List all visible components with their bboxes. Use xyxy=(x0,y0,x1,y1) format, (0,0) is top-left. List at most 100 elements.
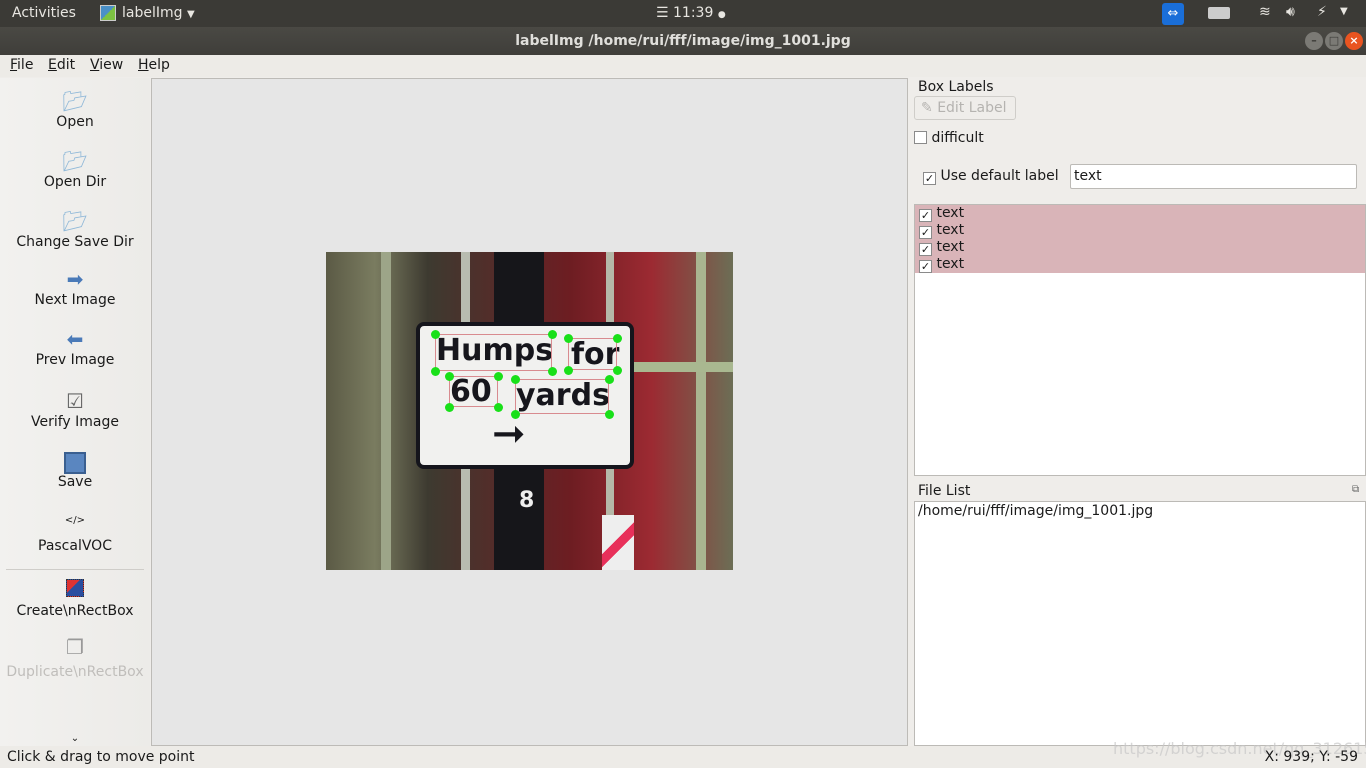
volume-icon[interactable]: 🔊︎ xyxy=(1286,4,1295,20)
change-save-dir-label: Change Save Dir xyxy=(16,234,134,250)
notification-dot-icon: ● xyxy=(717,10,726,20)
edit-icon: ✎ xyxy=(921,100,933,116)
float-dock-icon[interactable]: ⧉ xyxy=(1352,484,1359,495)
label-list[interactable]: ✓ text ✓ text ✓ text ✓ text xyxy=(914,204,1366,476)
label-visible-checkbox[interactable]: ✓ xyxy=(919,243,932,256)
clock-time: 11:39 xyxy=(673,5,714,21)
duplicate-icon: ❐ xyxy=(66,635,84,659)
menu-edit[interactable]: Edit xyxy=(48,57,75,73)
file-list[interactable]: /home/rui/fff/image/img_1001.jpg xyxy=(914,501,1366,746)
label-list-item[interactable]: ✓ text xyxy=(915,239,1365,256)
label-text: text xyxy=(936,205,965,221)
pole-number: 8 xyxy=(519,488,535,513)
box-vertex-handle[interactable] xyxy=(605,410,614,419)
maximize-button[interactable]: □ xyxy=(1325,32,1343,50)
menu-help[interactable]: Help xyxy=(138,57,170,73)
menu-file[interactable]: File xyxy=(10,57,33,73)
photo-scaffold xyxy=(696,252,706,570)
folder-icon: 📂︎ xyxy=(62,89,88,113)
prev-image-button[interactable]: ⬅ Prev Image xyxy=(0,326,150,368)
menu-view[interactable]: View xyxy=(90,57,123,73)
bounding-box[interactable] xyxy=(568,338,617,370)
file-list-title: File List xyxy=(918,483,971,499)
use-default-label-text: Use default label xyxy=(940,168,1059,184)
label-text: text xyxy=(936,222,965,238)
label-text: text xyxy=(936,239,965,255)
app-name: labelImg xyxy=(122,5,183,21)
teamviewer-icon[interactable]: ⇔ xyxy=(1162,3,1184,25)
keyboard-icon[interactable] xyxy=(1208,7,1230,19)
label-visible-checkbox[interactable]: ✓ xyxy=(919,226,932,239)
code-icon: </> xyxy=(64,515,86,526)
box-vertex-handle[interactable] xyxy=(548,330,557,339)
label-list-item[interactable]: ✓ text xyxy=(915,205,1365,222)
edit-label-button[interactable]: ✎ Edit Label xyxy=(914,96,1016,120)
box-vertex-handle[interactable] xyxy=(494,372,503,381)
arrow-left-icon: ⬅ xyxy=(66,327,84,351)
bounding-box[interactable] xyxy=(435,334,552,371)
tool-bar: 📂︎ Open 📂︎ Open Dir 📂︎ Change Save Dir ➡ Nex… xyxy=(0,78,150,746)
verify-image-button[interactable]: ☑ Verify Image xyxy=(0,388,150,430)
edit-label-text: Edit Label xyxy=(937,100,1007,116)
change-save-dir-button[interactable]: 📂︎ Change Save Dir xyxy=(0,208,150,250)
next-image-button[interactable]: ➡ Next Image xyxy=(0,266,150,308)
box-vertex-handle[interactable] xyxy=(445,372,454,381)
box-vertex-handle[interactable] xyxy=(613,366,622,375)
box-vertex-handle[interactable] xyxy=(548,367,557,376)
status-bar: Click & drag to move point https://blog.… xyxy=(0,739,1366,768)
box-vertex-handle[interactable] xyxy=(613,334,622,343)
label-visible-checkbox[interactable]: ✓ xyxy=(919,209,932,222)
image-photo[interactable]: Humps for 60 yards ➞ 8 xyxy=(326,252,733,570)
default-label-input[interactable]: text xyxy=(1070,164,1357,189)
folder-icon: 📂︎ xyxy=(62,149,88,173)
sign-arrow-icon: ➞ xyxy=(492,411,526,457)
box-vertex-handle[interactable] xyxy=(511,375,520,384)
system-menu-chevron-icon[interactable]: ▼ xyxy=(1340,6,1348,17)
checkbox-unchecked xyxy=(914,131,927,144)
system-top-bar: Activities labelImg ▼ ☰ 11:39 ● ⇔ ≋ 🔊︎ ⚡… xyxy=(0,0,1366,27)
wifi-icon[interactable]: ≋ xyxy=(1259,4,1271,20)
close-button[interactable]: × xyxy=(1345,32,1363,50)
battery-icon[interactable]: ⚡ xyxy=(1317,4,1327,20)
cursor-coordinates: X: 939; Y: -59 xyxy=(1264,749,1358,765)
minimize-button[interactable]: – xyxy=(1305,32,1323,50)
label-list-item[interactable]: ✓ text xyxy=(915,256,1365,273)
save-button[interactable]: Save xyxy=(0,448,150,490)
duplicate-rectbox-button[interactable]: ❐ Duplicate\nRectBox xyxy=(0,634,150,680)
bounding-box[interactable] xyxy=(515,379,609,414)
save-label: Save xyxy=(57,474,93,490)
difficult-checkbox[interactable]: difficult xyxy=(914,130,984,146)
next-image-label: Next Image xyxy=(34,292,116,308)
photo-scaffold xyxy=(381,252,391,570)
open-button[interactable]: 📂︎ Open xyxy=(0,88,150,130)
create-rectbox-button[interactable]: Create\nRectBox xyxy=(0,573,150,619)
box-vertex-handle[interactable] xyxy=(431,330,440,339)
open-label: Open xyxy=(56,114,94,130)
box-vertex-handle[interactable] xyxy=(494,403,503,412)
photo-barrier xyxy=(602,515,634,570)
box-vertex-handle[interactable] xyxy=(445,403,454,412)
activities-button[interactable]: Activities xyxy=(12,5,76,21)
arrow-right-icon: ➡ xyxy=(66,267,84,291)
box-vertex-handle[interactable] xyxy=(431,367,440,376)
use-default-label-checkbox[interactable]: ✓ Use default label xyxy=(923,168,1059,185)
photo-scaffold xyxy=(626,362,733,372)
box-vertex-handle[interactable] xyxy=(605,375,614,384)
toolbar-extension-icon[interactable]: ⌄ xyxy=(0,733,150,744)
status-message: Click & drag to move point xyxy=(7,749,195,765)
box-labels-title: Box Labels xyxy=(918,79,994,95)
clock[interactable]: ☰ 11:39 ● xyxy=(656,5,726,21)
menu-icon: ☰ xyxy=(656,5,674,21)
format-pascalvoc-button[interactable]: </> PascalVOC xyxy=(0,508,150,554)
checkbox-icon: ☑ xyxy=(66,389,84,413)
box-vertex-handle[interactable] xyxy=(564,366,573,375)
file-list-item[interactable]: /home/rui/fff/image/img_1001.jpg xyxy=(918,503,1362,519)
open-dir-button[interactable]: 📂︎ Open Dir xyxy=(0,148,150,190)
app-menu-button[interactable]: labelImg ▼ xyxy=(122,5,195,21)
prev-image-label: Prev Image xyxy=(35,352,115,368)
box-vertex-handle[interactable] xyxy=(564,334,573,343)
label-visible-checkbox[interactable]: ✓ xyxy=(919,260,932,273)
label-list-item[interactable]: ✓ text xyxy=(915,222,1365,239)
box-vertex-handle[interactable] xyxy=(511,410,520,419)
bounding-box[interactable] xyxy=(449,376,498,407)
